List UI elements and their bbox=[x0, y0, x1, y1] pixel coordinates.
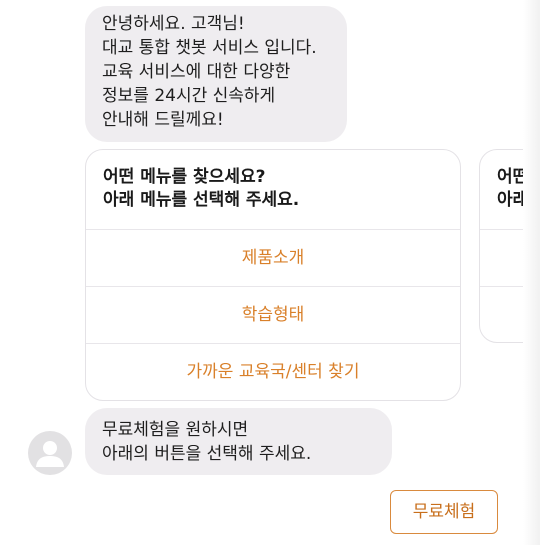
carousel-edge-fade bbox=[523, 0, 540, 545]
free-trial-button[interactable]: 무료체험 bbox=[390, 490, 498, 534]
trial-message-bubble: 무료체험을 원하시면 아래의 버튼을 선택해 주세요. bbox=[85, 408, 392, 475]
greeting-line: 정보를 24시간 신속하게 bbox=[102, 86, 276, 106]
user-silhouette-icon bbox=[36, 441, 64, 467]
menu-item-learning-type[interactable]: 학습형태 bbox=[86, 287, 460, 344]
menu-item-product-intro[interactable]: 제품소개 bbox=[86, 230, 460, 287]
menu-item-find-center[interactable]: 가까운 교육국/센터 찾기 bbox=[86, 344, 460, 400]
trial-message-line: 아래의 버튼을 선택해 주세요. bbox=[102, 444, 312, 464]
greeting-line: 안녕하세요. 고객님! bbox=[102, 14, 245, 34]
greeting-line: 교육 서비스에 대한 다양한 bbox=[102, 62, 291, 82]
menu-card: 어떤 메뉴를 찾으세요? 아래 메뉴를 선택해 주세요. 제품소개 학습형태 가… bbox=[85, 149, 461, 401]
bot-avatar bbox=[28, 431, 72, 475]
trial-message-line: 무료체험을 원하시면 bbox=[102, 420, 249, 440]
greeting-bubble: 안녕하세요. 고객님! 대교 통합 챗봇 서비스 입니다. 교육 서비스에 대한… bbox=[85, 6, 347, 142]
greeting-line: 안내해 드릴께요! bbox=[102, 110, 224, 130]
menu-prompt-line: 아래 메뉴를 선택해 주세요. bbox=[103, 190, 300, 210]
greeting-line: 대교 통합 챗봇 서비스 입니다. bbox=[102, 38, 317, 58]
menu-prompt-line: 어떤 메뉴를 찾으세요? bbox=[103, 167, 266, 187]
menu-card-header: 어떤 메뉴를 찾으세요? 아래 메뉴를 선택해 주세요. bbox=[86, 150, 460, 230]
